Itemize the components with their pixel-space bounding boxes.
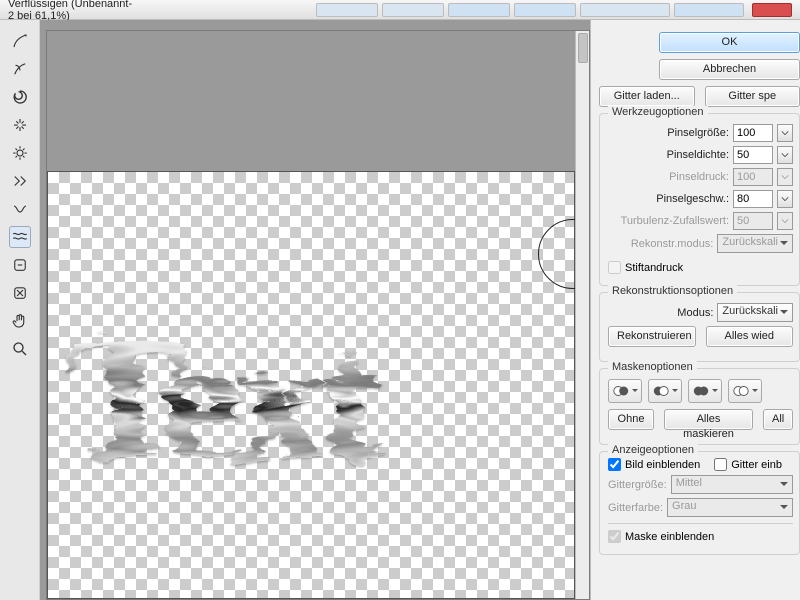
group-title: Rekonstruktionsoptionen (608, 285, 737, 297)
forward-warp-tool-icon[interactable] (9, 30, 31, 52)
options-panel: OK Abbrechen Gitter laden... Gitter spe … (590, 20, 800, 600)
titlebar-tab[interactable] (448, 3, 510, 17)
tool-options-group: Werkzeugoptionen Pinselgröße: Pinseldich… (599, 113, 800, 286)
ok-button[interactable]: OK (659, 32, 800, 53)
mask-subtract-icon[interactable] (688, 379, 722, 403)
tool-strip (0, 20, 40, 600)
turbulence-tool-icon[interactable] (9, 226, 31, 248)
canvas-checker: Text (47, 171, 575, 599)
group-title: Werkzeugoptionen (608, 106, 708, 118)
canvas-text-content: Text (58, 302, 558, 492)
save-mesh-button[interactable]: Gitter spe (705, 86, 800, 107)
mask-intersect-icon[interactable] (728, 379, 762, 403)
titlebar-tab[interactable] (674, 3, 744, 17)
reconstruct-mode-label: Rekonstr.modus: (631, 238, 714, 250)
mask-options-group: Maskenoptionen Ohne Alles maskieren All (599, 368, 800, 445)
twirl-tool-icon[interactable] (9, 86, 31, 108)
reconstruct-mode-select: Zurückskali (717, 234, 793, 253)
show-image-label: Bild einblenden (625, 459, 700, 471)
mask-invert-button[interactable]: All (763, 409, 793, 430)
cancel-button[interactable]: Abbrechen (659, 59, 800, 80)
titlebar-tabs (316, 3, 792, 17)
brush-rate-input[interactable] (733, 190, 773, 208)
brush-rate-label: Pinselgeschw.: (656, 193, 729, 205)
titlebar-tab[interactable] (382, 3, 444, 17)
brush-size-input[interactable] (733, 124, 773, 142)
thaw-mask-tool-icon[interactable] (9, 282, 31, 304)
reconstruct-option-mode-label: Modus: (677, 307, 713, 319)
mesh-size-select: Mittel (671, 475, 793, 494)
separator (608, 523, 793, 524)
zoom-tool-icon[interactable] (9, 338, 31, 360)
reconstruct-options-group: Rekonstruktionsoptionen Modus: Zurückska… (599, 292, 800, 362)
brush-density-label: Pinseldichte: (667, 149, 729, 161)
brush-size-label: Pinselgröße: (667, 127, 729, 139)
canvas-viewport[interactable]: Text (46, 30, 590, 600)
vertical-scrollbar[interactable] (575, 31, 589, 599)
brush-density-input[interactable] (733, 146, 773, 164)
mask-all-button[interactable]: Alles maskieren (664, 409, 753, 430)
mask-add-icon[interactable] (648, 379, 682, 403)
mask-none-button[interactable]: Ohne (608, 409, 654, 430)
mesh-color-select: Grau (667, 498, 793, 517)
titlebar: Verflüssigen (Unbenannt-2 bei 61,1%) (0, 0, 800, 20)
show-image-checkbox[interactable] (608, 458, 621, 471)
stylus-pressure-label: Stiftandruck (625, 262, 683, 274)
pucker-tool-icon[interactable] (9, 114, 31, 136)
brush-density-dropdown[interactable] (777, 146, 793, 164)
turbulence-dropdown (777, 212, 793, 230)
brush-pressure-label: Pinseldruck: (669, 171, 729, 183)
titlebar-tab[interactable] (580, 3, 670, 17)
brush-rate-dropdown[interactable] (777, 190, 793, 208)
load-mesh-button[interactable]: Gitter laden... (599, 86, 695, 107)
turbulence-label: Turbulenz-Zufallswert: (621, 215, 729, 227)
stylus-pressure-checkbox (608, 261, 621, 274)
mask-replace-icon[interactable] (608, 379, 642, 403)
reconstruct-option-mode-select[interactable]: Zurückskali (717, 303, 793, 322)
canvas-area: Text (40, 20, 590, 600)
view-options-group: Anzeigeoptionen Bild einblenden Gitter e… (599, 451, 800, 555)
turbulence-input (733, 212, 773, 230)
brush-pressure-dropdown (777, 168, 793, 186)
group-title: Anzeigeoptionen (608, 444, 698, 456)
bloat-tool-icon[interactable] (9, 142, 31, 164)
brush-pressure-input (733, 168, 773, 186)
titlebar-tab[interactable] (316, 3, 378, 17)
group-title: Maskenoptionen (608, 361, 697, 373)
mesh-size-label: Gittergröße: (608, 479, 667, 491)
window-title: Verflüssigen (Unbenannt-2 bei 61,1%) (8, 0, 136, 22)
show-mesh-checkbox[interactable] (714, 458, 727, 471)
mirror-tool-icon[interactable] (9, 198, 31, 220)
freeze-mask-tool-icon[interactable] (9, 254, 31, 276)
titlebar-tab[interactable] (514, 3, 576, 17)
brush-size-dropdown[interactable] (777, 124, 793, 142)
hand-tool-icon[interactable] (9, 310, 31, 332)
reconstruct-tool-icon[interactable] (9, 58, 31, 80)
reconstruct-button[interactable]: Rekonstruieren (608, 326, 696, 347)
restore-all-button[interactable]: Alles wied (706, 326, 794, 347)
show-mesh-label: Gitter einb (731, 459, 782, 471)
show-mask-label: Maske einblenden (625, 531, 714, 543)
push-left-tool-icon[interactable] (9, 170, 31, 192)
scrollbar-thumb[interactable] (578, 33, 588, 63)
close-tab[interactable] (752, 3, 792, 17)
show-mask-checkbox (608, 530, 621, 543)
mesh-color-label: Gitterfarbe: (608, 502, 663, 514)
